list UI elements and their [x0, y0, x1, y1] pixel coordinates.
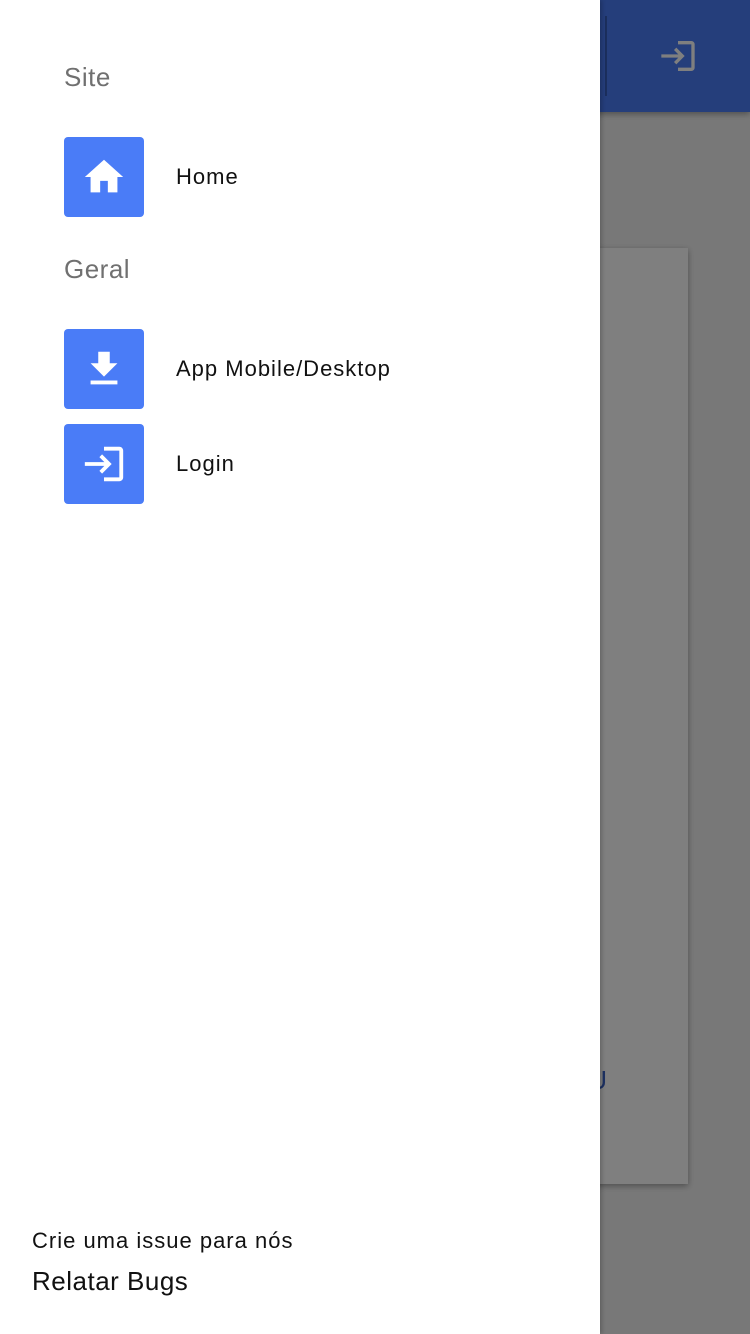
login-icon [84, 446, 124, 482]
footer-subtitle: Crie uma issue para nós [32, 1228, 294, 1253]
nav-item-download-icon-box [64, 329, 144, 409]
nav-item-login[interactable]: Login [64, 424, 584, 504]
nav-item-label: Login [176, 451, 235, 476]
nav-item-app-mobile-desktop[interactable]: App Mobile/Desktop [64, 329, 584, 409]
section-title-site: Site [64, 62, 111, 92]
nav-item-home-icon-box [64, 137, 144, 217]
navigation-drawer: Site Home Geral App Mobile/Desktop Login… [0, 0, 600, 1334]
nav-item-login-icon-box [64, 424, 144, 504]
home-icon [84, 159, 124, 193]
report-bugs-link[interactable]: Relatar Bugs [32, 1266, 188, 1297]
nav-item-label: Home [176, 164, 239, 189]
section-title-geral: Geral [64, 254, 131, 284]
app-root: U Site Home Geral App Mobile/Desktop [0, 0, 750, 1334]
nav-item-label: App Mobile/Desktop [176, 356, 391, 381]
download-icon [90, 351, 118, 385]
nav-item-home[interactable]: Home [64, 137, 584, 217]
